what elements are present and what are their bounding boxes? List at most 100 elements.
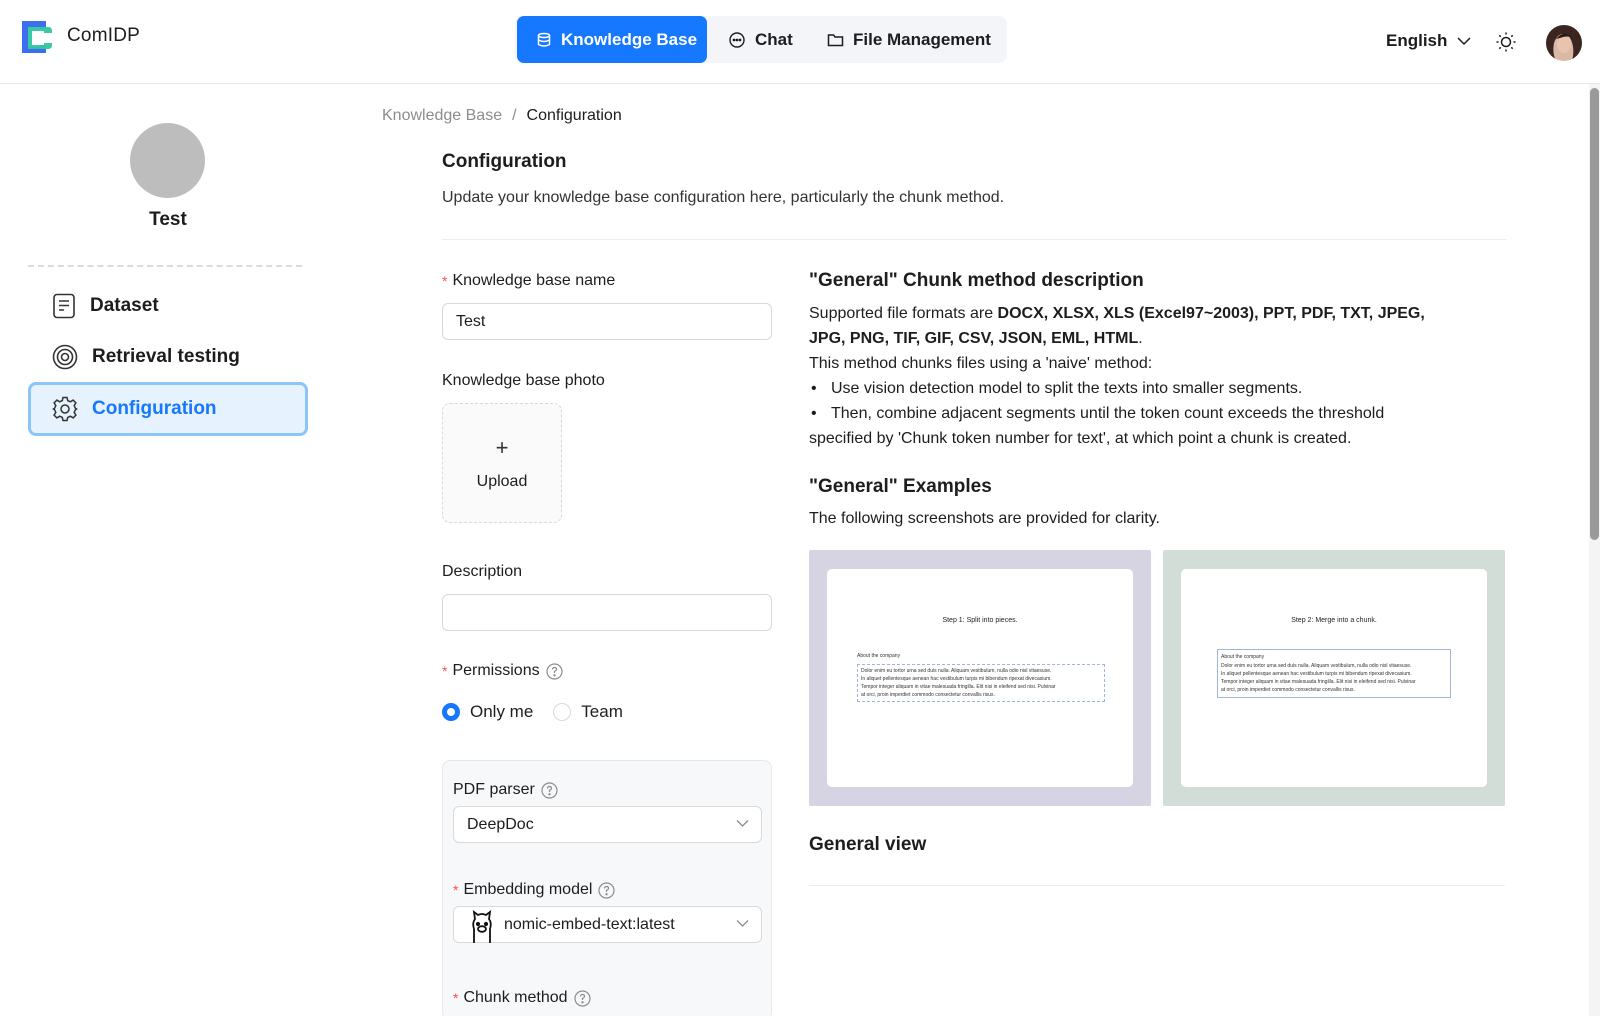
chat-icon [729, 31, 745, 48]
method-intro: This method chunks files using a 'naive'… [809, 355, 1153, 372]
radio-team-label[interactable]: Team [581, 702, 623, 722]
user-avatar-icon [1546, 25, 1582, 61]
example-text-line: Tempor integer aliquam in vitae malesuad… [1221, 679, 1416, 685]
sidebar-item-dataset[interactable]: Dataset [28, 279, 308, 333]
language-label: English [1386, 31, 1448, 50]
pdf-parser-label-text: PDF parser [453, 781, 535, 798]
example-text-line: In aliquet pellentesque aenean hac vesti… [861, 676, 1052, 682]
breadcrumb-root[interactable]: Knowledge Base [382, 107, 502, 124]
top-header: ComIDP Knowledge Base Chat File Manageme… [0, 0, 1600, 84]
document-icon [53, 293, 75, 319]
kb-photo-label-text: Knowledge base photo [442, 372, 605, 389]
parser-settings-panel: PDF parser DeepDoc * Embedding model nom… [442, 760, 772, 1016]
formats-suffix: . [1138, 330, 1143, 347]
embedding-model-label-text: Embedding model [463, 881, 593, 898]
bullet-1: Use vision detection model to split the … [831, 380, 1303, 397]
kb-name-value: Test [456, 312, 486, 330]
nav-file-management[interactable]: File Management [827, 16, 1003, 63]
description-input[interactable] [442, 594, 772, 631]
permissions-label-text: Permissions [452, 662, 540, 679]
nav-chat[interactable]: Chat [728, 16, 808, 63]
sidebar-divider [28, 265, 302, 267]
folder-icon [827, 33, 844, 46]
gear-icon [52, 396, 78, 422]
example-section-title: About the company [1221, 654, 1265, 660]
description-label-text: Description [442, 563, 523, 580]
permissions-label: * Permissions [442, 662, 563, 680]
breadcrumb-current: Configuration [526, 107, 622, 124]
target-icon [52, 344, 78, 370]
required-mark: * [442, 273, 448, 289]
breadcrumb-separator: / [512, 107, 517, 124]
example-text-line: In aliquet pellentesque aenean hac vesti… [1221, 671, 1412, 677]
chevron-down-icon [736, 920, 749, 927]
examples-heading: "General" Examples [809, 476, 992, 497]
kb-name-label: * Knowledge base name [442, 272, 615, 290]
sidebar-item-label: Retrieval testing [92, 346, 240, 367]
example-text-line: at orci, proin imperdiet commodo consect… [861, 692, 995, 698]
radio-only-me-label[interactable]: Only me [470, 702, 533, 722]
kb-photo-label: Knowledge base photo [442, 372, 605, 390]
help-icon[interactable] [545, 662, 563, 680]
embedding-model-value: nomic-embed-text:latest [504, 915, 675, 933]
sidebar-item-label: Configuration [92, 398, 217, 419]
pdf-parser-value: DeepDoc [467, 815, 534, 833]
scrollbar-thumb[interactable] [1590, 88, 1599, 540]
formats-prefix: Supported file formats are [809, 305, 998, 322]
help-icon[interactable] [541, 781, 558, 799]
sidebar-item-retrieval-testing[interactable]: Retrieval testing [28, 330, 308, 384]
radio-team[interactable] [553, 703, 572, 721]
bullet-2-line2: specified by 'Chunk token number for tex… [809, 430, 1352, 447]
example-card: Step 1: Split into pieces. About the com… [827, 569, 1133, 787]
page-description: Update your knowledge base configuration… [442, 189, 1005, 206]
kb-avatar [130, 123, 205, 198]
llama-icon [472, 909, 492, 943]
language-selector[interactable]: English [1386, 31, 1471, 51]
permissions-radio-group: Only me Team [442, 702, 623, 722]
help-icon[interactable] [598, 881, 616, 899]
method-bullets: • Use vision detection model to split the… [809, 376, 1499, 451]
sidebar-item-configuration[interactable]: Configuration [28, 382, 308, 436]
main-nav: Knowledge Base Chat File Management [515, 16, 1007, 63]
example-section-title: About the company [857, 653, 901, 659]
app-logo-icon[interactable] [18, 19, 54, 55]
description-label: Description [442, 563, 522, 581]
user-avatar[interactable] [1546, 25, 1582, 61]
embedding-model-label: * Embedding model [453, 881, 616, 899]
upload-label: Upload [476, 473, 528, 490]
nav-knowledge-base[interactable]: Knowledge Base [517, 16, 707, 63]
chunk-method-heading: "General" Chunk method description [809, 270, 1144, 291]
chevron-down-icon [1457, 37, 1471, 46]
theme-toggle-button[interactable] [1490, 26, 1522, 58]
pdf-parser-label: PDF parser [453, 781, 558, 799]
nav-chat-label: Chat [755, 29, 793, 49]
formats-list-line1: DOCX, XLSX, XLS (Excel97~2003), PPT, PDF… [997, 305, 1425, 322]
radio-only-me[interactable] [442, 703, 460, 721]
nav-knowledge-base-label: Knowledge Base [561, 29, 698, 49]
required-mark: * [442, 663, 448, 679]
required-mark: * [453, 990, 459, 1006]
photo-upload-button[interactable]: + Upload [442, 403, 562, 523]
example-text-line: at orci, proin imperdiet commodo consect… [1221, 687, 1355, 693]
formats-list-line2: JPG, PNG, TIF, GIF, CSV, JSON, EML, HTML [809, 330, 1139, 347]
example-text-line: Dolor enim eu tortor urna sed duis nulla… [861, 668, 1052, 674]
embedding-model-select[interactable]: nomic-embed-text:latest [453, 906, 762, 943]
supported-formats-text: Supported file formats are DOCX, XLSX, X… [809, 301, 1499, 376]
example-text-block: Dolor enim eu tortor urna sed duis nulla… [857, 664, 1105, 702]
example-text-line: Dolor enim eu tortor urna sed duis nulla… [1221, 663, 1412, 669]
kb-name-input[interactable]: Test [442, 303, 772, 340]
nav-file-management-label: File Management [853, 29, 991, 49]
example-image-split: Step 1: Split into pieces. About the com… [809, 550, 1151, 806]
main-divider [442, 239, 1506, 240]
kb-name: Test [149, 209, 187, 230]
pdf-parser-select[interactable]: DeepDoc [453, 806, 762, 843]
sun-icon [1496, 32, 1516, 52]
general-view-heading: General view [809, 834, 927, 855]
help-icon[interactable] [573, 989, 591, 1007]
example-merged-block: About the company Dolor enim eu tortor u… [1217, 649, 1451, 698]
kb-name-label-text: Knowledge base name [452, 272, 616, 289]
chunk-method-label: * Chunk method [453, 989, 591, 1007]
sidebar: Test Dataset Retrieval testing Configura… [0, 85, 340, 1016]
example-step-label: Step 1: Split into pieces. [942, 617, 1018, 624]
sidebar-item-label: Dataset [90, 295, 159, 316]
